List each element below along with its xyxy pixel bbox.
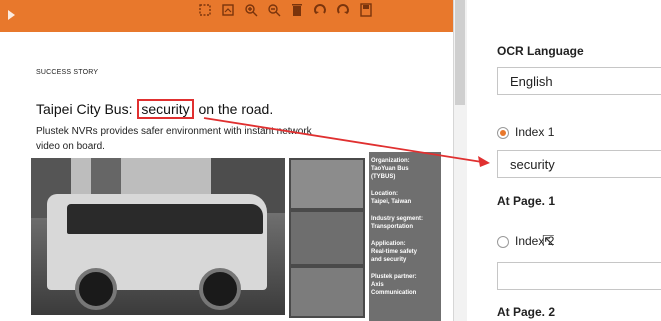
index2-radio[interactable] (497, 236, 509, 248)
index1-value: security (510, 157, 555, 172)
document-subtitle: Plustek NVRs provides safer environment … (36, 126, 312, 152)
ocr-highlight-box[interactable]: security (137, 99, 194, 119)
crop-icon[interactable] (221, 3, 235, 17)
info-partner: Plustek partner: Axis Communication (371, 274, 417, 296)
ocr-language-value: English (510, 74, 553, 89)
title-after: on the road. (198, 101, 274, 117)
info-industry: Industry segment: Transportation (371, 216, 424, 230)
rotate-left-icon[interactable] (313, 3, 327, 17)
index2-field[interactable] (497, 262, 661, 290)
page2-label: At Page. 2 (497, 305, 556, 319)
document-viewer: SUCCESS STORY Taipei City Bus: security … (0, 0, 453, 321)
bus-photo (31, 158, 285, 315)
info-column: Organization: TaoYuan Bus (TYBUS) Locati… (369, 152, 441, 321)
page1-label: At Page. 1 (497, 194, 556, 208)
ocr-language-select[interactable]: English (497, 67, 661, 95)
info-application: Application: Real-time safety and securi… (371, 241, 418, 263)
zoom-out-icon[interactable] (267, 3, 281, 17)
document-title: Taipei City Bus: security on the road. (36, 99, 274, 119)
save-icon[interactable] (359, 3, 373, 17)
mouse-cursor-icon: ⇱ (542, 233, 555, 250)
zoom-in-icon[interactable] (244, 3, 258, 17)
collapse-toolbar-icon[interactable] (8, 10, 15, 20)
section-label: SUCCESS STORY (36, 69, 99, 76)
rotate-right-icon[interactable] (336, 3, 350, 17)
ocr-panel: OCR Language English Index 1 security At… (467, 0, 661, 321)
info-location: Location: Taipei, Taiwan (371, 191, 412, 205)
scrollbar-thumb[interactable] (455, 0, 465, 105)
index1-label: Index 1 (515, 125, 555, 139)
info-organization: Organization: TaoYuan Bus (TYBUS) (371, 158, 410, 180)
side-photos (289, 158, 365, 318)
index1-field[interactable]: security (497, 150, 661, 178)
ocr-language-label: OCR Language (497, 44, 584, 58)
title-before: Taipei City Bus: (36, 101, 133, 117)
index1-radio[interactable] (497, 127, 509, 139)
select-area-icon[interactable] (198, 3, 212, 17)
delete-icon[interactable] (290, 3, 304, 17)
viewer-toolbar (0, 0, 453, 32)
